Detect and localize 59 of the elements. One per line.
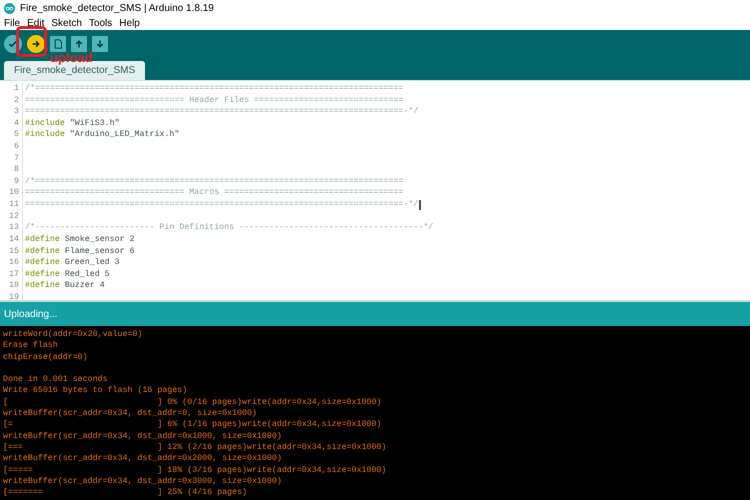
- open-button[interactable]: [71, 36, 87, 52]
- console-line: [======= ] 25% (4/16 pages): [3, 488, 247, 498]
- console-line: [===== ] 18% (3/16 pages)write(addr=0x34,size=0x1000): [3, 466, 386, 475]
- console-line: writeBuffer(scr_addr=0x34, dst_addr=0x3000, size=0x1000): [3, 476, 282, 486]
- console-line: [= ] 6% (1/16 pages)write(addr=0x34,size=0x1000): [3, 420, 382, 430]
- console-line: Erase flash: [3, 341, 58, 350]
- code-comment: /*==========================================================================: [25, 83, 404, 95]
- line-number: 16: [8, 257, 20, 269]
- new-button[interactable]: [50, 36, 66, 52]
- code-line: #define Green_led 3: [25, 257, 120, 269]
- console-line: chipErase(addr=0): [3, 352, 88, 362]
- line-number: 11: [8, 199, 20, 211]
- code-line: #define Red_led 5: [25, 268, 110, 280]
- line-number: 12: [8, 210, 20, 222]
- line-number: 18: [8, 280, 20, 292]
- menu-item[interactable]: Tools: [88, 18, 112, 28]
- code-comment: ============================================================================-*/: [25, 199, 418, 211]
- code-comment: ================================ Header Files ==============================: [25, 94, 404, 106]
- line-number: 5: [13, 129, 20, 142]
- code-comment: ================================ Macros ====================================: [25, 187, 404, 200]
- app-logo-icon: [4, 2, 15, 14]
- menu-item[interactable]: File: [4, 18, 20, 28]
- line-number: 6: [13, 141, 20, 153]
- line-number: 13: [8, 222, 20, 234]
- line-number: 2: [13, 94, 20, 106]
- code-comment: /*------------------------ Pin Definitions -------------------------------------*/: [25, 222, 434, 234]
- console-line: Done in 0.001 seconds: [3, 375, 108, 384]
- save-button[interactable]: [92, 36, 108, 52]
- console-line: writeBuffer(scr_addr=0x34, dst_addr=0x2000, size=0x1000): [3, 454, 282, 464]
- status-text: Uploading...: [4, 308, 58, 320]
- console-line: writeWord(addr=0x20,value=0): [3, 330, 142, 339]
- menu-item[interactable]: Sketch: [51, 18, 82, 28]
- line-number: 17: [8, 268, 20, 280]
- code-line: #define Buzzer 4: [25, 280, 105, 292]
- console-line: Write 65016 bytes to flash (16 pages): [3, 386, 188, 396]
- console-line: writeBuffer(scr_addr=0x34, dst_addr=0x1000, size=0x1000): [3, 432, 282, 441]
- line-number: 9: [13, 176, 20, 188]
- line-number: 15: [8, 246, 20, 258]
- line-number: 7: [13, 152, 20, 164]
- line-number: 10: [8, 187, 20, 200]
- code-comment: ============================================================================-*/: [25, 106, 418, 118]
- menu-item[interactable]: Edit: [27, 18, 44, 28]
- upload-button[interactable]: [27, 35, 45, 53]
- code-line: #define Flame_sensor 6: [25, 246, 135, 258]
- line-number: 4: [13, 118, 20, 130]
- line-number: 19: [8, 292, 20, 300]
- line-number: 8: [13, 164, 20, 176]
- code-line: #include "Arduino_LED_Matrix.h": [25, 129, 180, 142]
- line-number: 14: [8, 234, 20, 246]
- line-number: 3: [13, 106, 20, 118]
- console-line: [=== ] 12% (2/16 pages)write(addr=0x34,size=0x1000): [3, 442, 386, 452]
- code-line: #include "WiFiS3.h": [25, 118, 120, 130]
- code-comment: /*==========================================================================: [25, 176, 404, 188]
- code-line: #define Smoke_sensor 2: [25, 234, 135, 246]
- console-line: writeBuffer(scr_addr=0x34, dst_addr=0, size=0x1000): [3, 409, 257, 418]
- console-line: [ ] 0% (0/16 pages)write(addr=0x34,size=0x1000): [3, 398, 382, 407]
- line-number: 1: [13, 83, 20, 95]
- window-title: Fire_smoke_detector_SMS | Arduino 1.8.19: [20, 2, 214, 14]
- menu-item[interactable]: Help: [119, 18, 140, 28]
